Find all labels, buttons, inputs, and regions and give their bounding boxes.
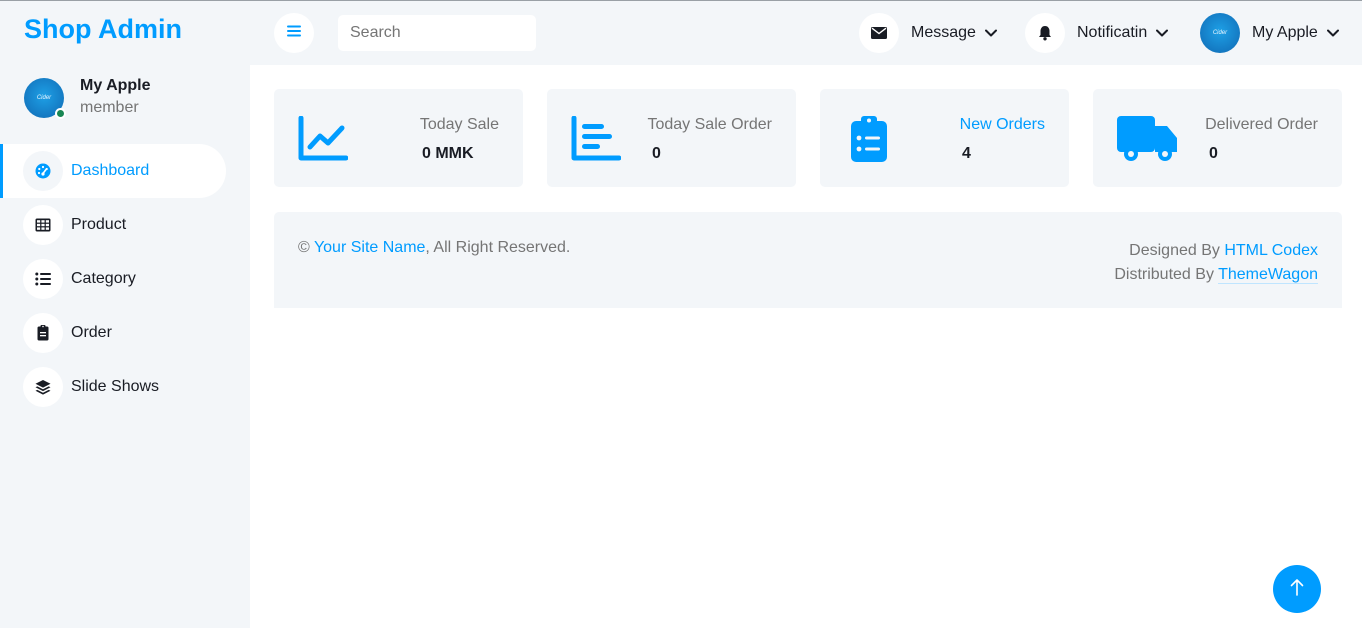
sidebar-item-category[interactable]: Category [0,252,226,306]
distributor-link[interactable]: ThemeWagon [1218,266,1318,284]
card-value: 0 [1209,145,1218,162]
sidebar-item-label: Product [71,216,127,233]
back-to-top-button[interactable] [1273,565,1321,613]
message-dropdown[interactable]: Message [859,13,997,53]
sidebar-item-slide-shows[interactable]: Slide Shows [0,360,226,414]
hamburger-icon [287,24,301,42]
chevron-down-icon [1156,27,1169,39]
table-icon [23,205,63,245]
avatar: Cider [1200,13,1240,53]
rights-text: , All Right Reserved. [425,239,571,256]
clipboard-list-icon [844,116,894,162]
profile-dropdown[interactable]: Cider My Apple [1200,13,1339,53]
topbar: Message Notificatin Cider My Apple [250,1,1362,65]
chevron-down-icon [1326,27,1339,39]
distributed-by-text: Distributed By [1114,266,1214,283]
designed-by-text: Designed By [1129,242,1220,259]
truck-icon [1117,116,1179,162]
card-value: 4 [962,145,971,162]
online-status-dot [55,108,66,119]
message-label: Message [911,24,976,41]
notification-label: Notificatin [1077,24,1148,41]
sidebar-item-product[interactable]: Product [0,198,226,252]
line-chart-icon [298,115,349,162]
bell-icon [1025,13,1065,53]
card-title: New Orders [959,116,1045,133]
clipboard-icon [23,313,63,353]
card-value: 0 [652,145,661,162]
footer: © Your Site Name, All Right Reserved. De… [274,212,1342,308]
user-role: member [80,99,139,116]
distributed-by-line: Distributed By ThemeWagon [1114,263,1318,287]
brand-logo[interactable]: Shop Admin [24,14,182,45]
card-title: Today Sale Order [647,116,772,133]
sidebar-user: Cider My Apple member [24,77,234,121]
designed-by-line: Designed By HTML Codex [1114,239,1318,263]
sidebar-nav: Dashboard Product Category Order Slide S… [0,144,250,414]
footer-credits: Designed By HTML Codex Distributed By Th… [1114,239,1318,287]
avatar-text: Cider [36,95,52,101]
card-title: Today Sale [419,116,499,133]
site-name-link[interactable]: Your Site Name [314,239,425,256]
chevron-down-icon [984,27,997,39]
layers-icon [23,367,63,407]
arrow-up-icon [1290,578,1304,601]
card-value: 0 MMK [422,145,474,162]
stat-card-today-sale: Today Sale 0 MMK [274,89,523,187]
designer-link[interactable]: HTML Codex [1224,242,1318,259]
stat-card-delivered-order: Delivered Order 0 [1093,89,1342,187]
stat-card-today-sale-order: Today Sale Order 0 [547,89,796,187]
profile-label: My Apple [1252,24,1318,41]
notification-dropdown[interactable]: Notificatin [1025,13,1169,53]
sidebar-item-label: Dashboard [71,162,150,179]
card-title: Delivered Order [1205,116,1318,133]
sidebar-item-order[interactable]: Order [0,306,226,360]
stat-card-new-orders: New Orders 4 [820,89,1069,187]
footer-copyright: © Your Site Name, All Right Reserved. [298,239,570,257]
sidebar-item-label: Order [71,324,112,341]
sidebar-toggle-button[interactable] [274,13,314,53]
envelope-icon [859,13,899,53]
user-name: My Apple [80,77,151,94]
sidebar: Shop Admin Cider My Apple member Dashboa… [0,1,250,628]
avatar-text: Cider [1212,30,1228,36]
avatar: Cider [24,78,66,119]
sidebar-item-dashboard[interactable]: Dashboard [0,144,226,198]
bar-chart-icon [571,115,622,162]
search-input[interactable] [338,15,536,51]
list-icon [23,259,63,299]
dashboard-icon [23,151,63,191]
sidebar-item-label: Slide Shows [71,378,160,395]
sidebar-item-label: Category [71,270,136,287]
copyright-symbol: © [298,239,310,256]
